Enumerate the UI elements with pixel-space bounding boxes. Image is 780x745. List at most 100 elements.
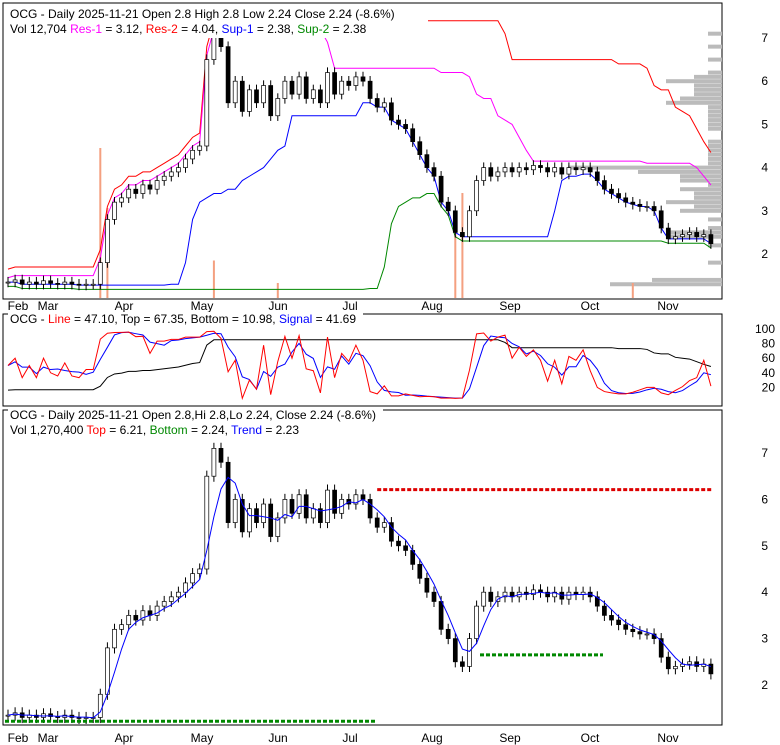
candle-body	[523, 167, 529, 171]
candle-body	[694, 232, 700, 238]
candle-body	[69, 281, 75, 285]
candle-body	[452, 638, 458, 663]
candle-body	[467, 638, 472, 667]
candle-body	[417, 141, 423, 155]
candle-body	[538, 165, 543, 168]
candle-body	[268, 503, 274, 537]
candle-body	[183, 582, 188, 593]
candle-body	[232, 80, 238, 104]
candle-body	[566, 167, 572, 175]
candle-body	[55, 283, 61, 285]
y-tick-label: 4	[761, 161, 768, 175]
candle-body	[367, 499, 373, 519]
candle-body	[247, 89, 252, 112]
candle-body	[133, 188, 139, 194]
candle-body	[176, 591, 181, 598]
signal-line	[7, 331, 712, 399]
candle-body	[367, 80, 373, 99]
candle-body	[268, 85, 274, 117]
candle-body	[403, 545, 408, 551]
candle-body	[665, 656, 671, 670]
trend-line	[7, 476, 712, 719]
panel1-title: OCG - Daily 2025-11-21 Open 2.8 High 2.8…	[10, 7, 395, 21]
candle-body	[460, 661, 465, 667]
candle-body	[62, 281, 68, 285]
x-tick-label: Apr	[115, 299, 134, 313]
candle-body	[325, 72, 330, 104]
y-tick-label: 80	[762, 337, 776, 351]
stock-chart: 2 3 4 5 6 7 2 3 4 5 6 7 20 40 60 80 100 Feb Feb Mar Mar Apr Ap…	[0, 0, 780, 745]
volume-profile-bar	[708, 226, 722, 231]
volume-bar	[631, 283, 634, 298]
candle-body	[303, 76, 309, 99]
candle-body	[112, 201, 117, 220]
candle-body	[481, 591, 487, 607]
y-tick-label: 7	[761, 31, 768, 45]
volume-profile-bar	[708, 152, 722, 157]
candle-body	[360, 494, 366, 500]
candle-body	[126, 188, 132, 199]
candle-body	[211, 448, 217, 477]
candle-body	[225, 461, 231, 523]
candle-body	[481, 167, 487, 181]
candle-body	[417, 564, 423, 579]
candle-body	[154, 180, 160, 190]
candle-body	[282, 80, 288, 99]
x-tick-label: Jul	[342, 731, 357, 745]
x-tick-label: Mar	[38, 299, 59, 313]
x-tick-label: Nov	[657, 731, 678, 745]
y-tick-label: 5	[761, 539, 768, 553]
volume-profile-bar	[694, 74, 722, 79]
candle-body	[559, 167, 565, 175]
y-tick-label: 6	[761, 492, 768, 506]
x-tick-label: May	[191, 299, 214, 313]
candle-body	[5, 281, 11, 284]
y-tick-label: 4	[761, 585, 768, 599]
candle-body	[630, 201, 636, 205]
candle-body	[389, 102, 394, 121]
y-tick-label: 100	[755, 322, 775, 336]
volume-profile-bar	[708, 156, 722, 161]
volume-profile-bar	[694, 87, 722, 92]
x-tick-label: Mar	[38, 731, 59, 745]
candle-body	[239, 80, 245, 112]
candle-body	[644, 633, 650, 636]
candle-body	[76, 283, 82, 286]
candle-body	[488, 167, 494, 177]
x-tick-label: Aug	[421, 731, 442, 745]
candle-body	[332, 489, 337, 514]
candle-body	[431, 591, 437, 602]
candle-body	[609, 188, 614, 194]
candle-body	[190, 573, 195, 584]
candle-body	[225, 46, 231, 104]
candle-body	[310, 508, 316, 519]
volume-profile-bar	[708, 161, 722, 166]
x-tick-label: Jul	[342, 299, 357, 313]
volume-profile-bar	[708, 118, 722, 123]
candle-body	[438, 175, 444, 203]
candle-body	[587, 167, 593, 173]
volume-bar	[454, 230, 457, 298]
volume-profile-bar	[680, 174, 722, 179]
candle-body	[296, 494, 302, 514]
candle-body	[318, 89, 323, 104]
volume-profile-bar	[652, 277, 722, 282]
candle-body	[424, 154, 430, 168]
candle-body	[559, 591, 565, 600]
volume-profile-bar	[680, 178, 722, 183]
candle-body	[630, 628, 636, 632]
y-tick-label: 40	[762, 366, 776, 380]
panel1-legend: Vol 12,704 Res-1 = 3.12, Res-2 = 4.04, S…	[10, 22, 367, 36]
x-tick-label: Oct	[581, 299, 600, 313]
candle-body	[609, 615, 614, 621]
volume-profile-bar	[638, 169, 722, 174]
candle-body	[637, 203, 643, 207]
res1-line	[7, 28, 712, 279]
candle-body	[673, 666, 678, 670]
y-tick-label: 2	[761, 678, 768, 692]
x-tick-label: Jun	[268, 299, 287, 313]
candle-body	[232, 499, 238, 523]
panel3-legend: Vol 1,270,400 Top = 6.21, Bottom = 2.24,…	[10, 423, 299, 437]
candle-body	[509, 167, 515, 173]
candle-body	[254, 89, 259, 104]
